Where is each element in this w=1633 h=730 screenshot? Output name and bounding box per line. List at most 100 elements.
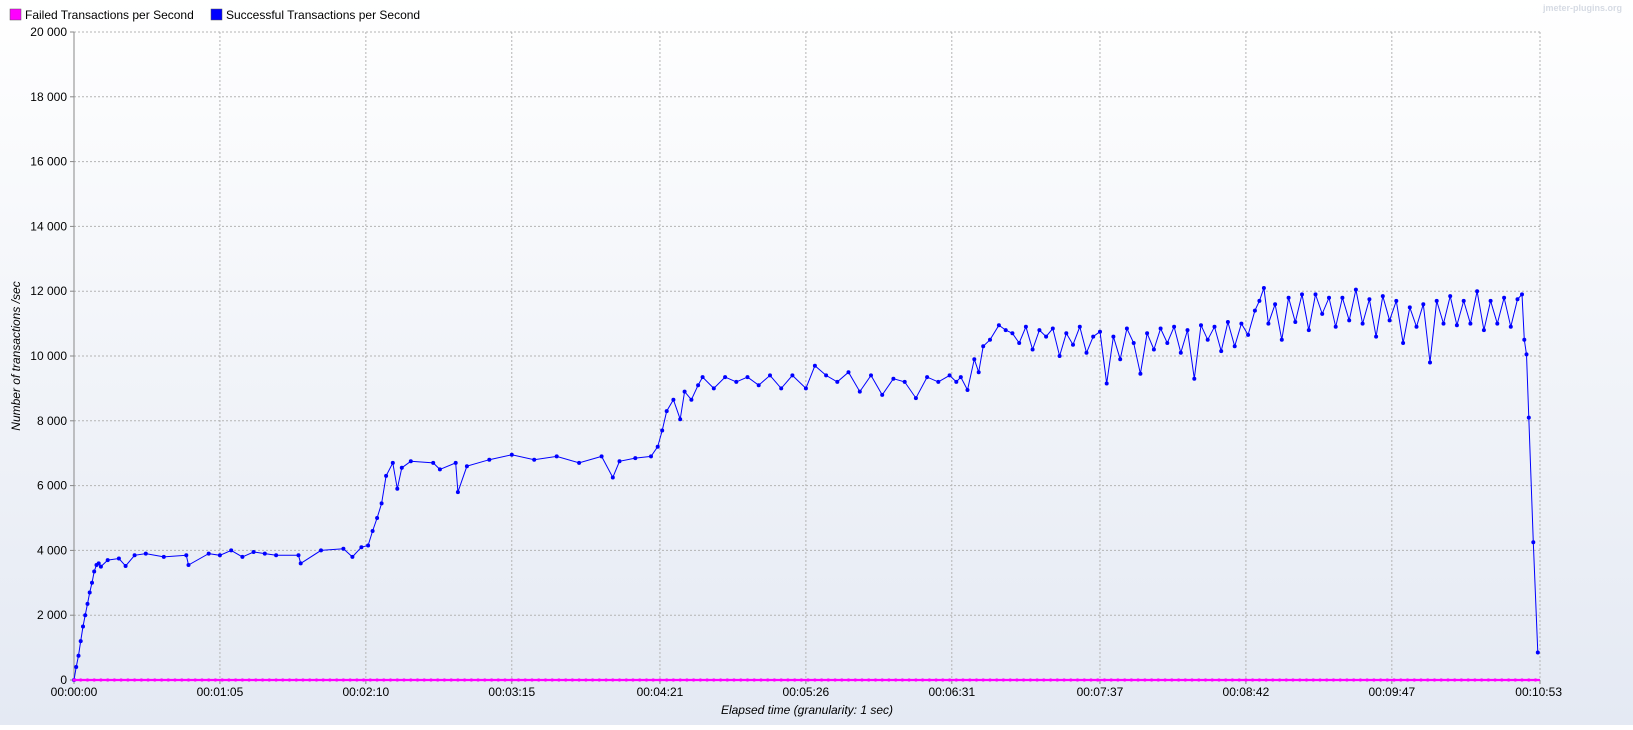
data-point-failed <box>1049 678 1053 682</box>
x-tick-label: 00:00:00 <box>51 685 98 699</box>
data-point-failed <box>1338 678 1342 682</box>
data-point-successful <box>1508 324 1513 329</box>
data-point-failed <box>267 678 271 682</box>
data-point-failed <box>523 678 527 682</box>
data-point-failed <box>1271 678 1275 682</box>
data-point-successful <box>1333 324 1338 329</box>
data-point-failed <box>766 678 770 682</box>
y-tick-label: 4 000 <box>37 543 67 557</box>
data-point-failed <box>968 678 972 682</box>
data-point-successful <box>664 409 669 414</box>
data-point-failed <box>1439 678 1443 682</box>
data-point-successful <box>379 501 384 506</box>
data-point-failed <box>651 678 655 682</box>
data-point-successful <box>1454 323 1459 328</box>
data-point-failed <box>887 678 891 682</box>
data-point-successful <box>1178 350 1183 355</box>
data-point-successful <box>824 373 829 378</box>
data-point-failed <box>644 678 649 682</box>
data-point-failed <box>180 678 184 682</box>
data-point-successful <box>996 323 1001 328</box>
data-point-failed <box>752 678 756 682</box>
data-point-failed <box>112 678 116 682</box>
data-point-successful <box>1475 289 1480 294</box>
data-point-successful <box>1023 324 1028 329</box>
data-point-failed <box>1432 678 1437 682</box>
data-point-failed <box>1291 678 1295 682</box>
data-point-failed <box>106 678 110 682</box>
data-point-failed <box>220 678 224 682</box>
data-point-successful <box>1360 321 1365 326</box>
data-point-failed <box>1385 678 1389 682</box>
data-point-successful <box>116 556 121 561</box>
data-point-successful <box>745 375 750 380</box>
data-point-failed <box>564 678 568 682</box>
data-point-successful <box>262 551 267 556</box>
data-point-failed <box>1183 678 1187 682</box>
data-point-successful <box>1353 287 1358 292</box>
data-point-failed <box>442 678 446 682</box>
data-point-failed <box>1318 678 1322 682</box>
data-point-successful <box>803 386 808 391</box>
data-point-successful <box>229 548 234 553</box>
data-point-successful <box>1286 295 1291 300</box>
data-point-successful <box>610 475 615 480</box>
data-point-successful <box>1313 292 1318 297</box>
x-tick-label: 00:03:15 <box>488 685 535 699</box>
data-point-successful <box>1145 331 1150 336</box>
data-point-failed <box>759 678 763 682</box>
data-point-successful <box>1273 302 1278 307</box>
data-point-failed <box>496 678 500 682</box>
data-point-failed <box>490 678 494 682</box>
data-point-failed <box>79 678 83 682</box>
data-point-failed <box>503 678 507 682</box>
data-point-successful <box>965 388 970 392</box>
data-point-failed <box>92 678 96 682</box>
data-point-successful <box>341 546 346 551</box>
data-point-successful <box>947 373 952 378</box>
data-point-failed <box>247 678 251 682</box>
data-point-successful <box>1347 318 1352 323</box>
data-point-failed <box>1358 678 1362 682</box>
data-point-failed <box>382 678 386 682</box>
data-point-successful <box>1192 376 1197 381</box>
data-point-successful <box>408 459 413 464</box>
data-point-failed <box>1136 678 1140 682</box>
data-point-failed <box>907 678 911 682</box>
data-point-failed <box>941 678 945 682</box>
data-point-successful <box>689 397 694 402</box>
data-point-successful <box>399 465 404 470</box>
data-point-successful <box>1401 341 1406 345</box>
data-point-failed <box>476 678 480 682</box>
data-point-failed <box>584 678 588 682</box>
data-point-failed <box>927 678 932 682</box>
data-point-failed <box>254 678 258 682</box>
data-point-failed <box>543 678 548 682</box>
data-point-failed <box>1264 678 1268 682</box>
data-point-failed <box>362 678 366 682</box>
data-point-failed <box>1244 678 1248 682</box>
data-point-successful <box>972 357 977 362</box>
data-point-successful <box>1252 308 1257 313</box>
data-point-failed <box>678 678 682 682</box>
data-point-failed <box>1075 678 1080 682</box>
data-point-successful <box>1084 350 1089 355</box>
data-point-failed <box>402 678 406 682</box>
data-point-failed <box>261 678 265 682</box>
data-point-failed <box>341 678 345 682</box>
data-point-successful <box>1407 305 1412 310</box>
data-point-successful <box>76 653 81 658</box>
data-point-failed <box>436 678 440 682</box>
y-tick-label: 10 000 <box>30 349 67 363</box>
data-point-failed <box>671 678 676 682</box>
data-point-failed <box>833 678 837 682</box>
data-point-successful <box>1091 334 1096 339</box>
data-point-successful <box>1414 324 1419 329</box>
data-point-successful <box>790 373 795 378</box>
data-point-failed <box>921 678 925 682</box>
x-tick-label: 00:08:42 <box>1223 685 1270 699</box>
data-point-successful <box>1387 318 1392 323</box>
data-point-successful <box>359 545 364 550</box>
data-point-successful <box>988 337 992 342</box>
data-point-successful <box>880 392 885 397</box>
